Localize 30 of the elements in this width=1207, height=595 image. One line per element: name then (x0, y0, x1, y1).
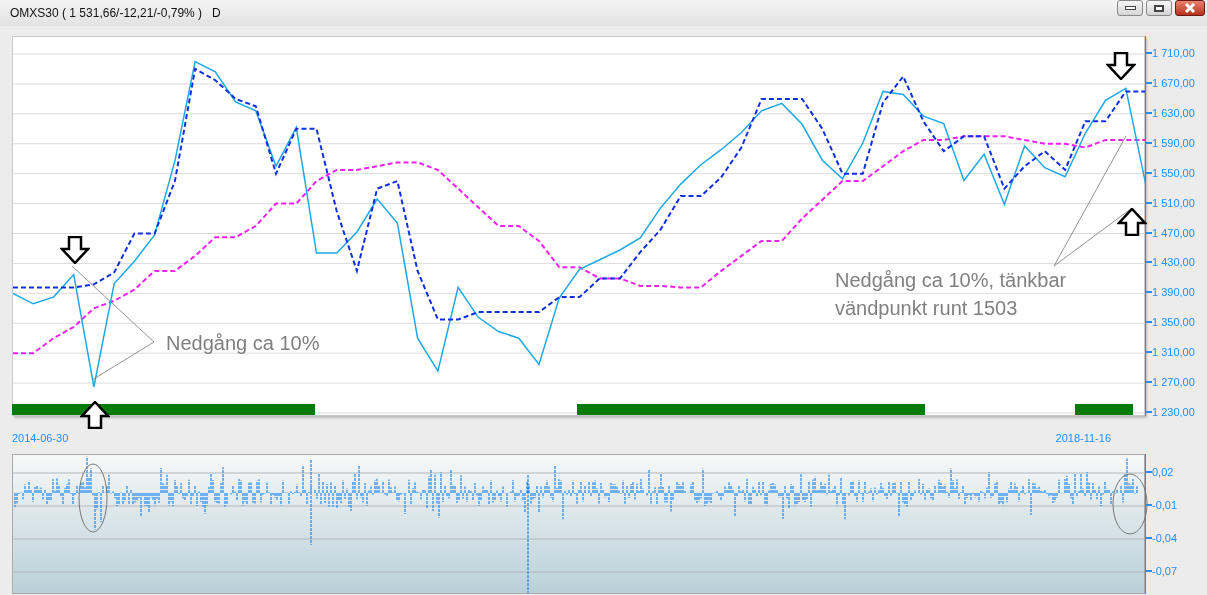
axis-label: 1 430,00 (1152, 255, 1195, 270)
down-arrow-icon (60, 236, 90, 264)
axis-label: -0,07 (1152, 563, 1178, 578)
end-date: 2018-11-16 (1055, 431, 1111, 446)
axis-label: 1 390,00 (1152, 285, 1195, 300)
maximize-button[interactable] (1146, 0, 1172, 16)
axis-label: -0,04 (1152, 530, 1178, 545)
minimize-button[interactable] (1117, 0, 1143, 16)
start-date: 2014-06-30 (12, 431, 69, 446)
axis-label: 1 510,00 (1152, 195, 1195, 210)
down-arrow-icon (1106, 52, 1136, 80)
axis-label: 0,02 (1152, 464, 1174, 479)
axis-label: 1 230,00 (1152, 405, 1195, 420)
close-icon (1184, 3, 1196, 13)
axis-label: 1 470,00 (1152, 225, 1195, 240)
ellipse-marker (1111, 471, 1149, 536)
axis-label: 1 550,00 (1152, 165, 1195, 180)
axis-label: 1 310,00 (1152, 345, 1195, 360)
annotation-text: Nedgång ca 10%, tänkbar vändpunkt runt 1503 (835, 268, 1068, 321)
axis-label: 1 670,00 (1152, 75, 1195, 90)
period-label: D (212, 5, 221, 22)
axis-label: 1 590,00 (1152, 135, 1195, 150)
close-button[interactable] (1175, 0, 1205, 16)
annotation-text: Nedgång ca 10% (166, 331, 320, 356)
axis-label: -0,01 (1152, 497, 1178, 512)
axis-label: 1 710,00 (1152, 45, 1195, 60)
window-title: OMXS30 ( 1 531,66/-12,21/-0,79% ) (10, 5, 203, 22)
axis-label: 1 350,00 (1152, 315, 1195, 330)
axis-label: 1 630,00 (1152, 105, 1195, 120)
axis-label: 1 270,00 (1152, 375, 1195, 390)
